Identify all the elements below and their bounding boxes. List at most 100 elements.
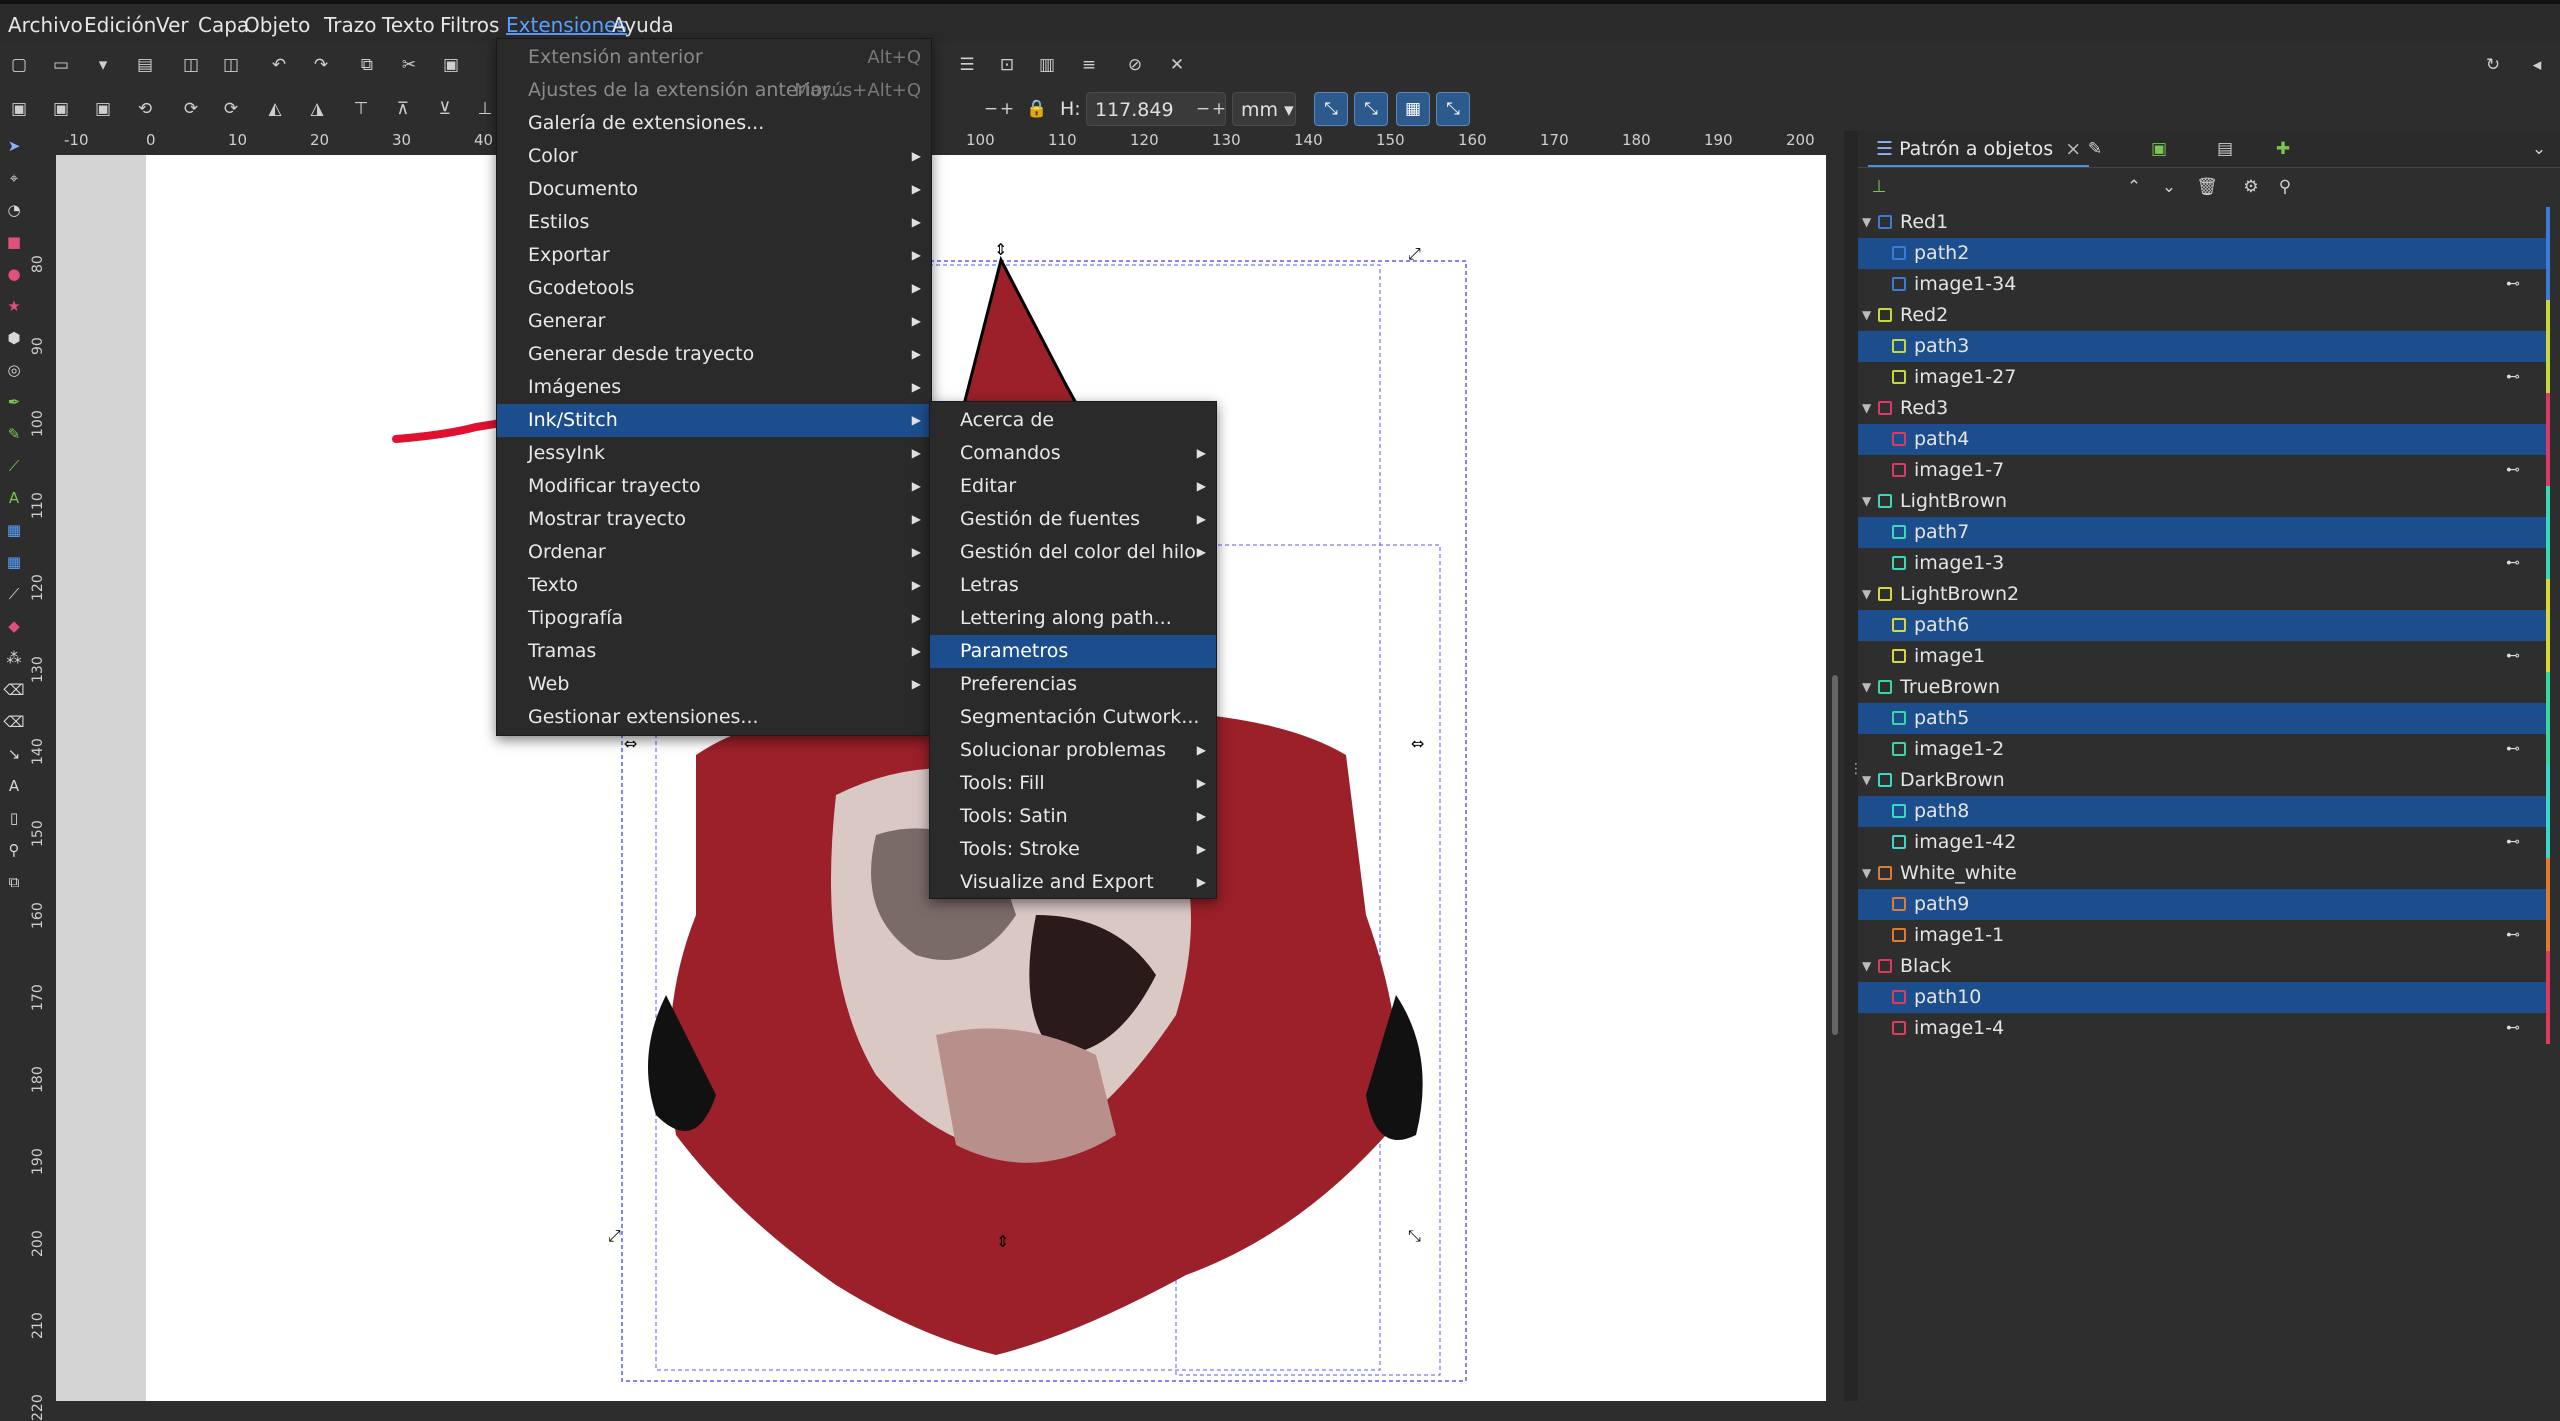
delete-icon[interactable]: 🗑 xyxy=(2196,176,2218,198)
connector-tool-icon[interactable]: ↘ xyxy=(3,743,25,765)
calligraphy-tool-icon[interactable]: ⟋ xyxy=(3,455,25,477)
extensions-item-estilos[interactable]: Estilos ▶ xyxy=(497,206,931,239)
menu-ver[interactable]: Ver xyxy=(152,10,193,40)
object-row[interactable]: path3 xyxy=(1858,331,2550,362)
extensions-item-mostrar-trayecto[interactable]: Mostrar trayecto ▶ xyxy=(497,503,931,536)
scale-corners-button[interactable]: ⤡ xyxy=(1354,92,1388,126)
transform-gradients-button[interactable]: ▦ xyxy=(1396,92,1430,126)
preferences-icon[interactable]: ✕ xyxy=(1166,54,1188,76)
inkstitch-item-comandos[interactable]: Comandos ▶ xyxy=(930,437,1216,470)
extensions-item-tramas[interactable]: Tramas ▶ xyxy=(497,635,931,668)
flip-vertical-icon[interactable]: ◮ xyxy=(306,98,328,120)
inkstitch-item-preferencias[interactable]: Preferencias xyxy=(930,668,1216,701)
layer-row[interactable]: ▼ White_white xyxy=(1858,858,2550,889)
tab-close-icon[interactable]: × xyxy=(2065,138,2081,160)
inkstitch-item-lettering-along-path[interactable]: Lettering along path... xyxy=(930,602,1216,635)
object-row[interactable]: image1-34 ⊷ xyxy=(1858,269,2550,300)
layer-row[interactable]: ▼ LightBrown xyxy=(1858,486,2550,517)
layer-row[interactable]: ▼ LightBrown2 xyxy=(1858,579,2550,610)
spiral-tool-icon[interactable]: ◎ xyxy=(3,359,25,381)
object-row[interactable]: path8 xyxy=(1858,796,2550,827)
open-icon[interactable]: ▭ xyxy=(50,54,72,76)
page-tool-icon[interactable]: ▯ xyxy=(3,807,25,829)
extensions-item-gcodetools[interactable]: Gcodetools ▶ xyxy=(497,272,931,305)
object-row[interactable]: path9 xyxy=(1858,889,2550,920)
w-plus-icon[interactable]: + xyxy=(996,98,1018,120)
chevron-down-icon[interactable]: ▼ xyxy=(1862,858,1871,889)
visibility-eye-icon[interactable]: ⊷ xyxy=(2506,641,2520,672)
align-icon[interactable]: ☰ xyxy=(956,54,978,76)
inkstitch-item-tools-satin[interactable]: Tools: Satin ▶ xyxy=(930,800,1216,833)
refresh-icon[interactable]: ↻ xyxy=(2482,54,2504,76)
object-row[interactable]: image1-3 ⊷ xyxy=(1858,548,2550,579)
object-row[interactable]: image1-2 ⊷ xyxy=(1858,734,2550,765)
inkstitch-item-visualize-and-export[interactable]: Visualize and Export ▶ xyxy=(930,866,1216,899)
visibility-eye-icon[interactable]: ⊷ xyxy=(2506,362,2520,393)
star-tool-icon[interactable]: ★ xyxy=(3,295,25,317)
visibility-eye-icon[interactable]: ⊷ xyxy=(2506,548,2520,579)
inkstitch-item-tools-stroke[interactable]: Tools: Stroke ▶ xyxy=(930,833,1216,866)
search-icon[interactable]: ⚲ xyxy=(2274,176,2296,198)
inkstitch-item-gesti-n-de-fuentes[interactable]: Gestión de fuentes ▶ xyxy=(930,503,1216,536)
object-row[interactable]: path5 xyxy=(1858,703,2550,734)
collapse-icon[interactable]: ◂ xyxy=(2526,54,2548,76)
object-row[interactable]: image1-7 ⊷ xyxy=(1858,455,2550,486)
vertical-scrollbar[interactable] xyxy=(1826,155,1844,1401)
gradient-tool-icon[interactable]: ▦ xyxy=(3,519,25,541)
extensions-item-generar[interactable]: Generar ▶ xyxy=(497,305,931,338)
eraser2-tool-icon[interactable]: ⌫ xyxy=(3,711,25,733)
text-tool-icon[interactable]: A xyxy=(3,487,25,509)
pages-tool-icon[interactable]: ⧉ xyxy=(3,871,25,893)
paint-bucket-tool-icon[interactable]: ◆ xyxy=(3,615,25,637)
menu-objeto[interactable]: Objeto xyxy=(240,10,314,40)
menu-trazo[interactable]: Trazo xyxy=(320,10,381,40)
move-down-icon[interactable]: ⌄ xyxy=(2158,176,2180,198)
3d-box-tool-icon[interactable]: ⬢ xyxy=(3,327,25,349)
extensions-item-web[interactable]: Web ▶ xyxy=(497,668,931,701)
layer-row[interactable]: ▼ DarkBrown xyxy=(1858,765,2550,796)
extensions-item-exportar[interactable]: Exportar ▶ xyxy=(497,239,931,272)
extensions-item-tipograf-a[interactable]: Tipografía ▶ xyxy=(497,602,931,635)
dropper-tool-icon[interactable]: ⟋ xyxy=(3,583,25,605)
visibility-eye-icon[interactable]: ⊷ xyxy=(2506,827,2520,858)
menu-edicion[interactable]: Edición xyxy=(80,10,160,40)
h-plus-icon[interactable]: + xyxy=(1208,98,1230,120)
menu-archivo[interactable]: Archivo xyxy=(4,10,87,40)
extensions-item-texto[interactable]: Texto ▶ xyxy=(497,569,931,602)
spray-tool-icon[interactable]: ⁂ xyxy=(3,647,25,669)
inkstitch-item-gesti-n-del-color-del-hilo[interactable]: Gestión del color del hilo ▶ xyxy=(930,536,1216,569)
move-up-icon[interactable]: ⌃ xyxy=(2123,176,2145,198)
object-row[interactable]: path7 xyxy=(1858,517,2550,548)
settings-icon[interactable]: ⚙ xyxy=(2240,176,2262,198)
object-row[interactable]: image1 ⊷ xyxy=(1858,641,2550,672)
copy-icon[interactable]: ⧉ xyxy=(356,54,378,76)
import-icon[interactable]: ◫ xyxy=(180,54,202,76)
layer-row[interactable]: ▼ Black xyxy=(1858,951,2550,982)
extensions-item-ordenar[interactable]: Ordenar ▶ xyxy=(497,536,931,569)
transform-patterns-button[interactable]: ⤡ xyxy=(1436,92,1470,126)
zoom-tool-icon[interactable]: ⚲ xyxy=(3,839,25,861)
eraser-tool-icon[interactable]: ⌫ xyxy=(3,679,25,701)
object-row[interactable]: path10 xyxy=(1858,982,2550,1013)
extensions-item-modificar-trayecto[interactable]: Modificar trayecto ▶ xyxy=(497,470,931,503)
object-row[interactable]: path6 xyxy=(1858,610,2550,641)
visibility-eye-icon[interactable]: ⊷ xyxy=(2506,1013,2520,1044)
inkstitch-item-segmentaci-n-cutwork[interactable]: Segmentación Cutwork... xyxy=(930,701,1216,734)
export-icon[interactable]: ◫ xyxy=(220,54,242,76)
tab-layers-icon[interactable]: ✚ xyxy=(2272,138,2294,160)
unit-select[interactable]: mm ▾ xyxy=(1232,92,1296,126)
tab-fill-stroke-icon[interactable]: ✎ xyxy=(2084,138,2106,160)
visibility-eye-icon[interactable]: ⊷ xyxy=(2506,269,2520,300)
visibility-eye-icon[interactable]: ⊷ xyxy=(2506,734,2520,765)
extensions-item-color[interactable]: Color ▶ xyxy=(497,140,931,173)
chevron-down-icon[interactable]: ▼ xyxy=(1862,393,1871,424)
object-row[interactable]: image1-27 ⊷ xyxy=(1858,362,2550,393)
extensions-item-documento[interactable]: Documento ▶ xyxy=(497,173,931,206)
find-icon[interactable]: ⊘ xyxy=(1124,54,1146,76)
inkstitch-item-acerca-de[interactable]: Acerca de xyxy=(930,404,1216,437)
chevron-down-icon[interactable]: ▼ xyxy=(1862,207,1871,238)
pencil-tool-icon[interactable]: ✎ xyxy=(3,423,25,445)
object-row[interactable]: image1-4 ⊷ xyxy=(1858,1013,2550,1044)
lock-icon[interactable]: 🔒 xyxy=(1026,98,1048,120)
panel-menu-icon[interactable]: ⌄ xyxy=(2528,138,2550,160)
